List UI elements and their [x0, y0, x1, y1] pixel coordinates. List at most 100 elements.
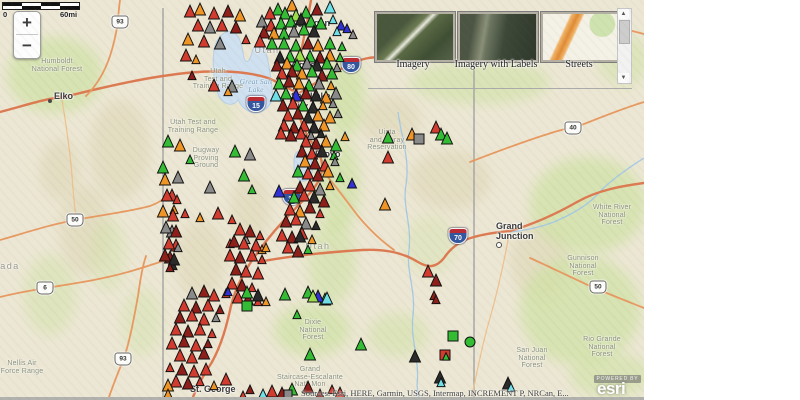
hazard-marker[interactable] — [319, 89, 333, 104]
hazard-marker[interactable] — [237, 167, 251, 182]
hazard-marker[interactable] — [291, 243, 305, 258]
hazard-marker[interactable] — [303, 346, 317, 361]
hazard-marker[interactable] — [307, 233, 317, 245]
hazard-marker[interactable] — [162, 235, 176, 250]
hazard-marker[interactable] — [243, 146, 257, 161]
hazard-marker[interactable] — [223, 247, 237, 262]
hazard-marker[interactable] — [215, 303, 225, 315]
hazard-marker[interactable] — [207, 327, 217, 339]
hazard-marker[interactable] — [165, 335, 179, 350]
hazard-marker[interactable] — [229, 261, 243, 276]
hazard-marker[interactable] — [185, 153, 195, 165]
hazard-marker[interactable] — [303, 243, 313, 255]
hazard-marker[interactable] — [203, 19, 217, 34]
hazard-marker[interactable] — [315, 207, 325, 219]
hazard-marker[interactable] — [199, 361, 213, 376]
hazard-marker[interactable] — [323, 35, 337, 50]
hazard-marker[interactable] — [185, 349, 199, 364]
hazard-marker[interactable] — [187, 363, 201, 378]
hazard-marker[interactable] — [159, 219, 173, 234]
hazard-marker[interactable] — [233, 7, 247, 22]
hazard-marker[interactable] — [171, 169, 185, 184]
hazard-marker[interactable] — [173, 137, 187, 152]
hazard-marker[interactable] — [203, 179, 217, 194]
hazard-marker[interactable] — [221, 3, 235, 18]
hazard-marker[interactable] — [337, 40, 347, 52]
hazard-marker[interactable] — [301, 35, 315, 50]
hazard-marker[interactable] — [173, 347, 187, 362]
hazard-marker[interactable] — [413, 133, 425, 145]
hazard-marker[interactable] — [197, 283, 211, 298]
hazard-marker[interactable] — [310, 1, 324, 16]
gallery-scrollbar[interactable]: ▲ ▼ — [617, 8, 632, 84]
hazard-marker[interactable] — [181, 31, 195, 46]
hazard-marker[interactable] — [203, 337, 213, 349]
hazard-marker[interactable] — [241, 33, 251, 45]
hazard-marker[interactable] — [227, 213, 237, 225]
hazard-marker[interactable] — [209, 379, 219, 391]
hazard-marker[interactable] — [185, 285, 199, 300]
scrollbar-up-icon[interactable]: ▲ — [618, 9, 629, 19]
hazard-marker[interactable] — [177, 297, 191, 312]
hazard-marker[interactable] — [313, 181, 327, 196]
hazard-marker[interactable] — [211, 205, 225, 220]
hazard-marker[interactable] — [245, 383, 255, 395]
hazard-marker[interactable] — [195, 375, 205, 387]
hazard-marker[interactable] — [169, 321, 183, 336]
hazard-marker[interactable] — [329, 137, 343, 152]
hazard-marker[interactable] — [158, 171, 172, 186]
hazard-marker[interactable] — [257, 253, 267, 265]
hazard-marker[interactable] — [241, 300, 253, 312]
hazard-marker[interactable] — [378, 196, 392, 211]
scrollbar-down-icon[interactable]: ▼ — [618, 73, 629, 83]
scrollbar-thumb[interactable] — [619, 20, 630, 44]
hazard-marker[interactable] — [215, 17, 229, 32]
hazard-marker[interactable] — [354, 336, 368, 351]
hazard-marker[interactable] — [464, 336, 476, 348]
hazard-marker[interactable] — [283, 201, 297, 216]
hazard-marker[interactable] — [219, 371, 233, 386]
hazard-marker[interactable] — [278, 286, 292, 301]
hazard-marker[interactable] — [265, 383, 279, 398]
hazard-marker[interactable] — [175, 361, 189, 376]
hazard-marker[interactable] — [213, 35, 227, 50]
hazard-marker[interactable] — [207, 287, 221, 302]
hazard-marker[interactable] — [161, 133, 175, 148]
hazard-marker[interactable] — [275, 227, 289, 242]
hazard-marker[interactable] — [207, 5, 221, 20]
map-viewport[interactable]: Humboldt National Forest Utah Test and Train… — [0, 0, 644, 400]
hazard-marker[interactable] — [328, 13, 338, 25]
hazard-marker[interactable] — [207, 77, 221, 92]
hazard-marker[interactable] — [247, 183, 257, 195]
hazard-marker[interactable] — [191, 17, 205, 32]
hazard-marker[interactable] — [381, 129, 395, 144]
hazard-marker[interactable] — [193, 1, 207, 16]
hazard-marker[interactable] — [326, 79, 336, 91]
hazard-marker[interactable] — [165, 361, 175, 373]
hazard-marker[interactable] — [233, 221, 247, 236]
hazard-marker[interactable] — [408, 348, 422, 363]
hazard-marker[interactable] — [311, 219, 321, 231]
hazard-marker[interactable] — [335, 171, 345, 183]
hazard-marker[interactable] — [317, 193, 331, 208]
hazard-marker[interactable] — [332, 61, 342, 73]
hazard-marker[interactable] — [211, 311, 221, 323]
zoom-in-button[interactable]: + — [14, 12, 40, 34]
hazard-marker[interactable] — [346, 177, 358, 189]
hazard-marker[interactable] — [233, 249, 247, 264]
basemap-thumbnail-streets[interactable] — [541, 12, 621, 62]
hazard-marker[interactable] — [181, 375, 195, 390]
hazard-marker[interactable] — [195, 211, 205, 223]
hazard-marker[interactable] — [179, 47, 193, 62]
hazard-marker[interactable] — [169, 373, 183, 388]
hazard-marker[interactable] — [239, 263, 253, 278]
hazard-marker[interactable] — [292, 308, 302, 320]
basemap-thumbnail-imagery[interactable] — [375, 12, 455, 62]
hazard-marker[interactable] — [187, 69, 197, 81]
hazard-marker[interactable] — [272, 183, 286, 198]
hazard-marker[interactable] — [340, 130, 350, 142]
hazard-marker[interactable] — [229, 19, 243, 34]
hazard-marker[interactable] — [255, 229, 265, 241]
hazard-marker[interactable] — [191, 53, 201, 65]
hazard-marker[interactable] — [421, 263, 435, 278]
